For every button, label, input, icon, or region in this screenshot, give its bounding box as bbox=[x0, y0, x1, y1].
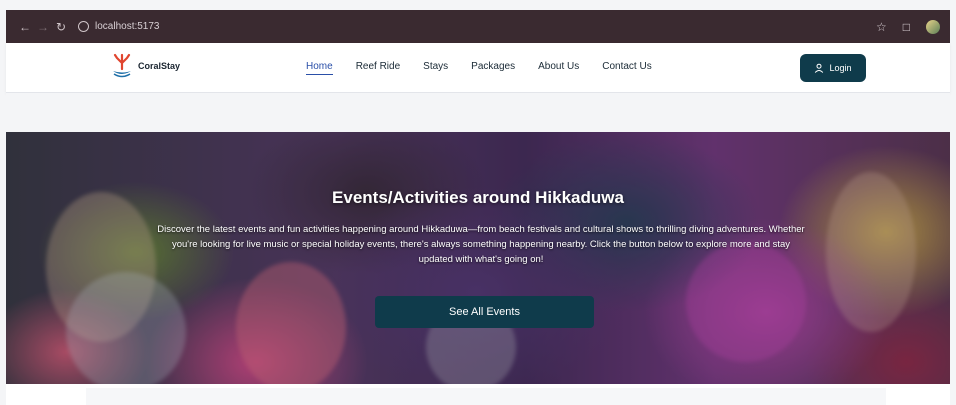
arrow-left-icon[interactable]: ← bbox=[16, 20, 34, 34]
nav-link-contact-us[interactable]: Contact Us bbox=[602, 61, 651, 75]
address-bar[interactable]: localhost:5173 bbox=[78, 21, 160, 32]
site-info-icon[interactable] bbox=[78, 21, 89, 32]
nav-link-reef-ride[interactable]: Reef Ride bbox=[356, 61, 400, 75]
nav-link-about-us[interactable]: About Us bbox=[538, 61, 579, 75]
hero-title: Events/Activities around Hikkaduwa bbox=[332, 188, 624, 207]
nav-link-packages[interactable]: Packages bbox=[471, 61, 515, 75]
hero-description: Discover the latest events and fun activ… bbox=[157, 224, 805, 265]
user-icon bbox=[814, 63, 824, 73]
profile-avatar[interactable] bbox=[926, 19, 940, 34]
arrow-right-icon[interactable]: → bbox=[34, 20, 52, 34]
browser-toolbar: ← → ↻ localhost:5173 ☆ □ bbox=[6, 10, 950, 43]
login-label: Login bbox=[829, 63, 852, 73]
login-button[interactable]: Login bbox=[800, 54, 866, 82]
nav-link-home[interactable]: Home bbox=[306, 61, 333, 75]
star-icon[interactable]: ☆ bbox=[876, 20, 887, 34]
events-hero: Events/Activities around Hikkaduwa Disco… bbox=[6, 132, 950, 384]
nav-links: Home Reef Ride Stays Packages About Us C… bbox=[306, 61, 652, 75]
nav-link-stays[interactable]: Stays bbox=[423, 61, 448, 75]
content-panel bbox=[86, 388, 886, 405]
page-spacer bbox=[6, 93, 950, 132]
extensions-icon[interactable]: □ bbox=[903, 20, 910, 34]
coral-logo-icon bbox=[110, 53, 134, 79]
url-text: localhost:5173 bbox=[95, 21, 160, 32]
site-navbar: CoralStay Home Reef Ride Stays Packages … bbox=[6, 43, 950, 93]
see-all-events-button[interactable]: See All Events bbox=[375, 296, 594, 328]
brand-name: CoralStay bbox=[138, 61, 181, 71]
content-section bbox=[6, 384, 950, 405]
reload-icon[interactable]: ↻ bbox=[52, 20, 70, 34]
brand-logo[interactable]: CoralStay bbox=[110, 53, 180, 79]
